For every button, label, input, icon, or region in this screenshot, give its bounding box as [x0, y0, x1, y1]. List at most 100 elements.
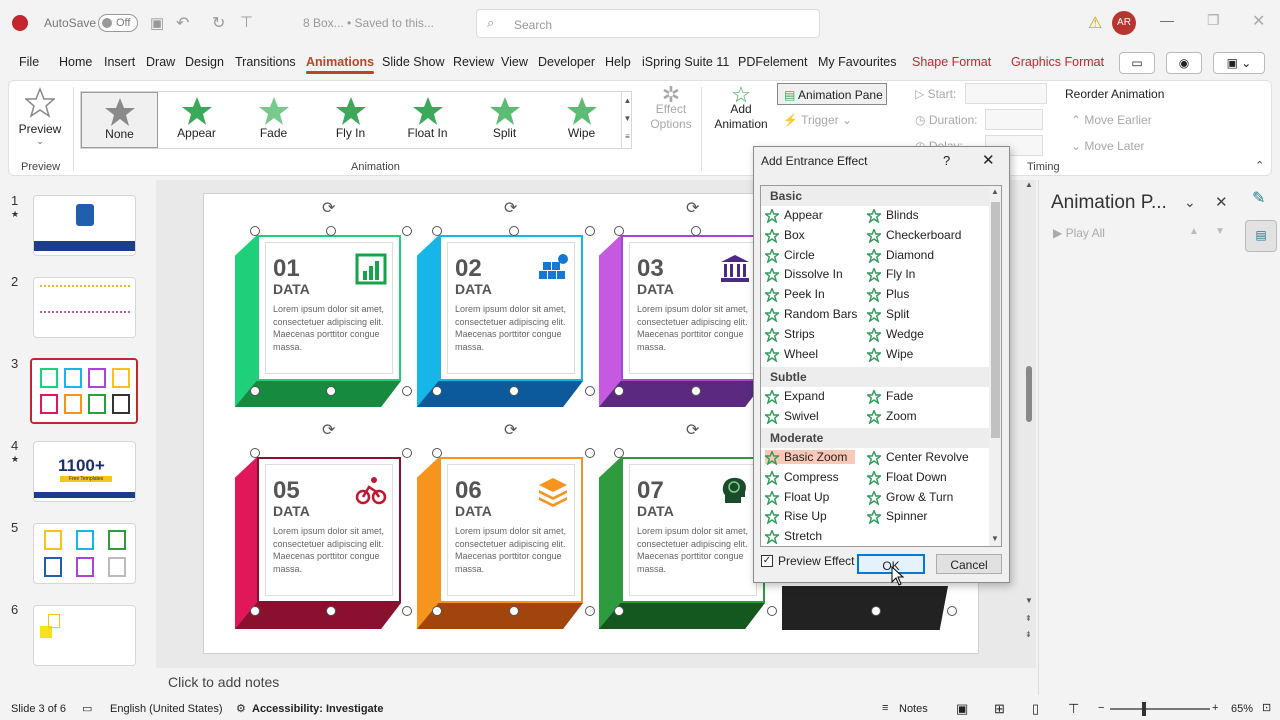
pane-close-icon[interactable]: ✕ [1215, 193, 1228, 211]
list-scrollbar[interactable]: ▲ ▼ [989, 186, 1001, 546]
zoom-level[interactable]: 65% [1231, 703, 1253, 715]
effect-item[interactable]: Fade [867, 389, 913, 404]
gallery-scroll[interactable]: ▲ ▼ ≡ [621, 92, 633, 148]
effect-item[interactable]: Expand [765, 389, 825, 404]
menu-home[interactable]: Home [59, 55, 92, 69]
start-select[interactable] [965, 83, 1047, 104]
comments-button[interactable]: ▭ [1119, 52, 1155, 74]
teams-button[interactable]: ▣ ⌄ [1213, 52, 1265, 74]
selection-handle[interactable] [402, 448, 412, 458]
effect-item[interactable]: Compress [765, 470, 839, 485]
data-card-03[interactable]: 03 DATA Lorem ipsum dolor sit amet, cons… [599, 235, 765, 407]
effect-item[interactable]: Wheel [765, 347, 818, 362]
fit-slide-icon[interactable]: ⊡ [1262, 701, 1271, 714]
selection-handle[interactable] [326, 606, 336, 616]
selection-handle[interactable] [614, 448, 624, 458]
effect-item[interactable]: Checkerboard [867, 228, 961, 243]
preview-effect-checkbox[interactable]: ✓ [761, 555, 773, 567]
effect-item[interactable]: Blinds [867, 208, 919, 223]
effect-item[interactable]: Peek In [765, 287, 825, 303]
rotate-handle-icon[interactable]: ⟳ [686, 420, 706, 440]
effect-item[interactable]: Float Down [867, 470, 947, 485]
autosave-toggle[interactable]: Off [98, 14, 138, 32]
effect-item[interactable]: Spinner [867, 509, 927, 525]
avatar[interactable]: AR [1112, 11, 1136, 35]
doc-title[interactable]: 8 Box... • Saved to this... [303, 16, 434, 30]
effect-options-button[interactable]: ✲ Effect Options [649, 84, 693, 132]
effect-item[interactable]: Dissolve In [765, 267, 843, 283]
animation-pane-side-icon[interactable]: ▤ [1245, 220, 1277, 252]
menu-review[interactable]: Review [453, 55, 494, 69]
effect-item[interactable]: Fly In [867, 267, 915, 283]
selection-handle[interactable] [402, 226, 412, 236]
data-card-07[interactable]: 07 DATA Lorem ipsum dolor sit amet, cons… [599, 457, 765, 629]
menu-slide-show[interactable]: Slide Show [382, 55, 445, 69]
menu-graphics-format[interactable]: Graphics Format [1011, 55, 1104, 69]
menu-transitions[interactable]: Transitions [235, 55, 296, 69]
effect-none[interactable]: None [81, 92, 158, 148]
menu-draw[interactable]: Draw [146, 55, 175, 69]
selection-handle[interactable] [326, 386, 336, 396]
menu-developer[interactable]: Developer [538, 55, 595, 69]
preview-button[interactable]: Preview ⌄ [15, 85, 65, 151]
dialog-close-icon[interactable]: ✕ [982, 151, 995, 169]
redo-icon[interactable]: ↻ [212, 13, 225, 33]
slide-thumb-5[interactable] [33, 523, 136, 584]
undo-icon[interactable]: ↶ [176, 13, 189, 33]
language[interactable]: English (United States) [110, 703, 223, 715]
menu-my-favourites[interactable]: My Favourites [818, 55, 897, 69]
selection-handle[interactable] [871, 606, 881, 616]
spellcheck-icon[interactable]: ▭ [82, 702, 92, 715]
data-card-02[interactable]: 02 DATA Lorem ipsum dolor sit amet, cons… [417, 235, 583, 407]
move-later-button[interactable]: ⌄ Move Later [1071, 139, 1144, 153]
data-card-05[interactable]: 05 DATA Lorem ipsum dolor sit amet, cons… [235, 457, 401, 629]
effect-appear[interactable]: Appear [158, 92, 235, 148]
selection-handle[interactable] [250, 226, 260, 236]
effect-item[interactable]: Plus [867, 287, 909, 303]
selection-handle[interactable] [250, 386, 260, 396]
slide-thumb-2[interactable] [33, 277, 136, 338]
selection-handle[interactable] [585, 448, 595, 458]
selection-handle[interactable] [585, 386, 595, 396]
effect-fly-in[interactable]: Fly In [312, 92, 389, 148]
slide-thumb-1[interactable] [33, 195, 136, 256]
data-card-08[interactable] [782, 586, 948, 630]
selection-handle[interactable] [614, 226, 624, 236]
selection-handle[interactable] [691, 226, 701, 236]
selection-handle[interactable] [432, 386, 442, 396]
zoom-out-icon[interactable]: − [1098, 702, 1104, 714]
menu-shape-format[interactable]: Shape Format [912, 55, 991, 69]
data-card-01[interactable]: 01 DATA Lorem ipsum dolor sit amet, cons… [235, 235, 401, 407]
effect-item[interactable]: Center Revolve [867, 450, 969, 465]
effect-item[interactable]: Strips [765, 327, 815, 342]
move-earlier-button[interactable]: ⌃ Move Earlier [1071, 113, 1152, 127]
slide-sorter-icon[interactable]: ⊞ [994, 701, 1005, 717]
selection-handle[interactable] [585, 226, 595, 236]
selection-handle[interactable] [432, 226, 442, 236]
animation-pane-button[interactable]: ▤ Animation Pane [777, 83, 887, 105]
selection-handle[interactable] [509, 606, 519, 616]
menu-animations[interactable]: Animations [306, 55, 375, 74]
designer-icon[interactable]: ✎ [1252, 188, 1265, 208]
selection-handle[interactable] [432, 606, 442, 616]
selection-handle[interactable] [614, 386, 624, 396]
close-window-icon[interactable]: ✕ [1252, 11, 1265, 31]
rotate-handle-icon[interactable]: ⟳ [686, 198, 706, 218]
effect-item[interactable]: Basic Zoom [765, 450, 856, 465]
effect-item[interactable]: Circle [765, 248, 815, 263]
selection-handle[interactable] [691, 386, 701, 396]
accessibility-status[interactable]: Accessibility: Investigate [252, 703, 383, 715]
selection-handle[interactable] [250, 606, 260, 616]
rotate-handle-icon[interactable]: ⟳ [504, 198, 524, 218]
menu-pdfelement[interactable]: PDFelement [738, 55, 807, 69]
move-down-icon[interactable]: ▼ [1215, 226, 1225, 237]
effect-item[interactable]: Wipe [867, 347, 913, 362]
slide-thumb-3[interactable] [30, 358, 138, 424]
duration-input[interactable] [985, 109, 1043, 130]
move-up-icon[interactable]: ▲ [1189, 226, 1199, 237]
restore-icon[interactable]: ❐ [1207, 12, 1220, 29]
minimize-icon[interactable]: — [1160, 12, 1174, 28]
record-button[interactable]: ◉ [1166, 52, 1202, 74]
cancel-button[interactable]: Cancel [936, 554, 1002, 574]
notes-button[interactable]: Notes [899, 703, 928, 715]
